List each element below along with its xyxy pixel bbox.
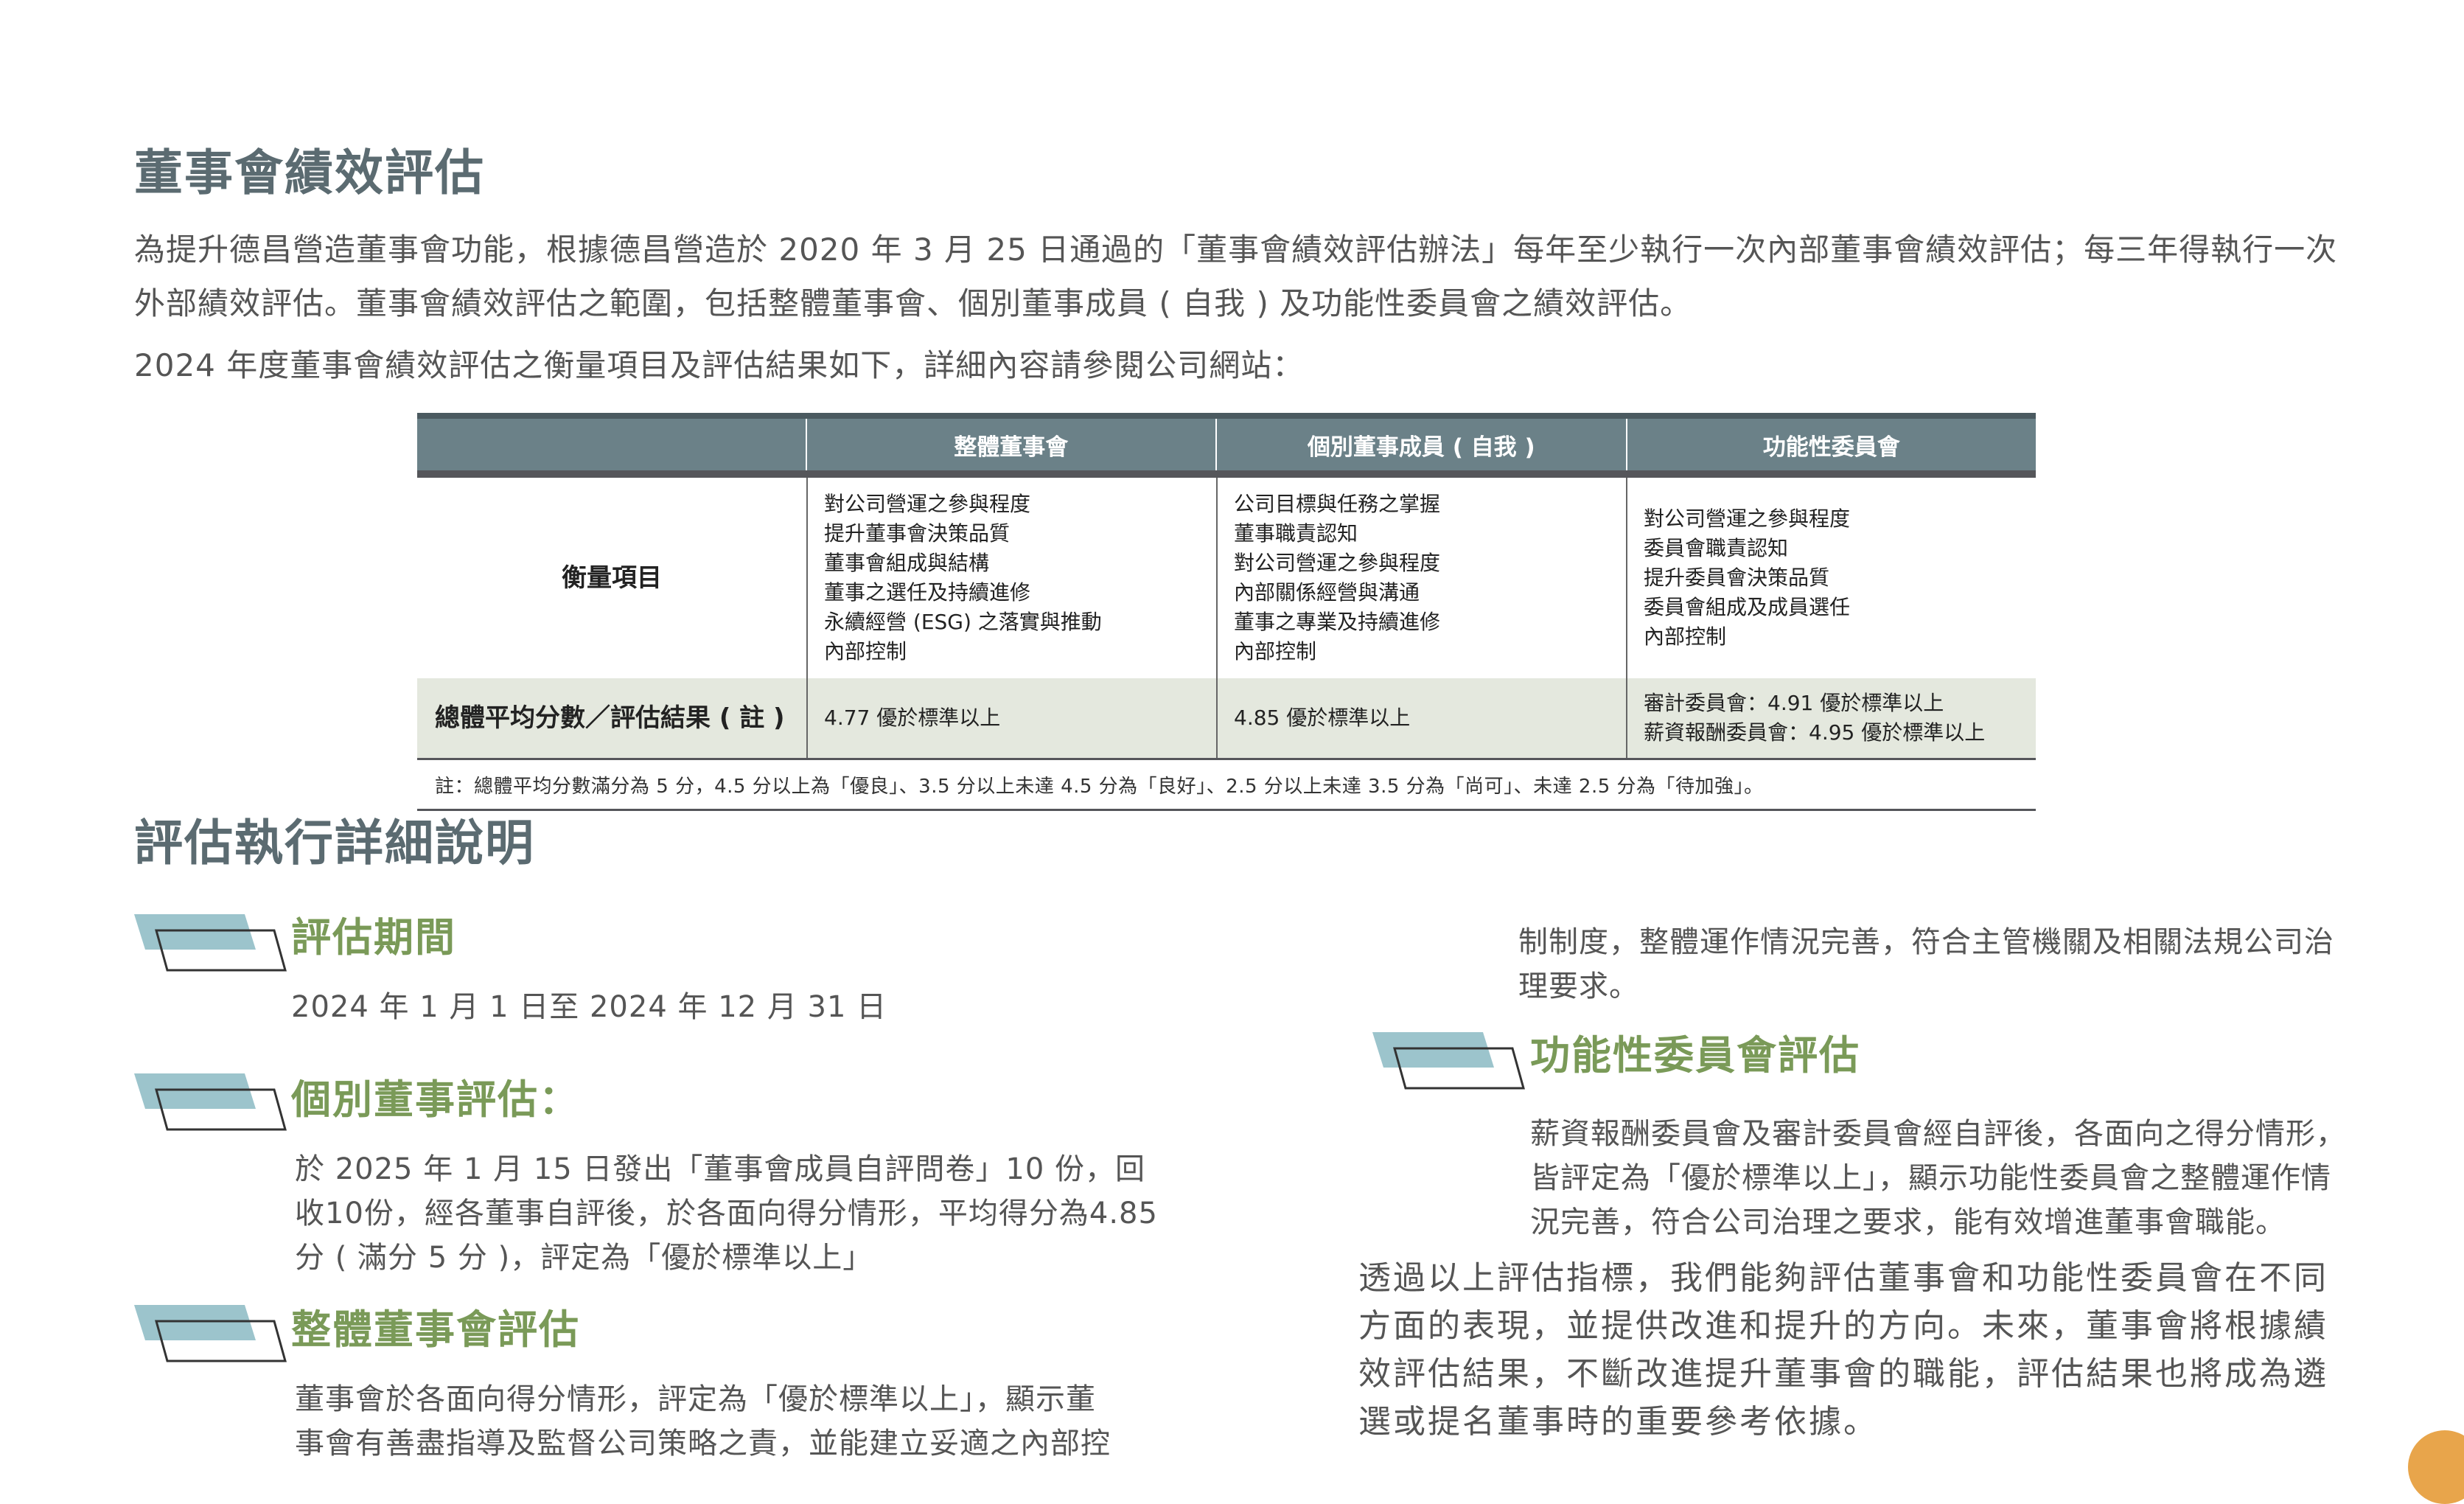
remuneration-committee-score: 薪資報酬委員會：4.95 優於標準以上 (1644, 720, 1986, 745)
individual-measures-cell: 公司目標與任務之掌握 董事職責認知 對公司營運之參與程度 內部關係經營與溝通 董… (1216, 478, 1626, 678)
committee-text: 薪資報酬委員會及審計委員會經自評後，各面向之得分情形， 皆評定為「優於標準以上」… (1530, 1117, 2346, 1239)
page-number-dot (2408, 1430, 2464, 1504)
list-item: 永續經營 (ESG) 之落實與推動 (824, 610, 1102, 634)
period-text: 2024 年 1 月 1 日至 2024 年 12 月 31 日 (291, 990, 887, 1024)
list-item: 對公司營運之參與程度 (1234, 551, 1441, 575)
parallelogram-badge-icon (134, 914, 287, 972)
table-row: 總體平均分數／評估結果 ( 註 ) 4.77 優於標準以上 4.85 優於標準以… (417, 678, 2036, 760)
list-item: 董事之選任及持續進修 (824, 580, 1031, 605)
table-header-row: 整體董事會 個別董事成員 ( 自我 ) 功能性委員會 (417, 419, 2036, 470)
list-item: 董事之專業及持續進修 (1234, 610, 1441, 634)
list-item: 內部控制 (1234, 639, 1317, 664)
subsection-title-committee: 功能性委員會評估 (1530, 1032, 1860, 1079)
table-header-rule (417, 470, 2036, 478)
individual-score-cell: 4.85 優於標準以上 (1216, 678, 1626, 758)
audit-committee-score: 審計委員會：4.91 優於標準以上 (1644, 691, 1944, 715)
row-label-measures: 衡量項目 (562, 563, 662, 593)
page-title: 董事會績效評估 (134, 145, 485, 201)
list-item: 委員會組成及成員選任 (1644, 595, 1851, 619)
committee-score-cell: 審計委員會：4.91 優於標準以上 薪資報酬委員會：4.95 優於標準以上 (1626, 678, 2036, 758)
board-text: 董事會於各面向得分情形，評定為「優於標準以上」，顯示董 事會有善盡指導及監督公司… (295, 1382, 1111, 1461)
board-score-cell: 4.77 優於標準以上 (806, 678, 1216, 758)
table-header-empty (417, 419, 806, 470)
board-measures-cell: 對公司營運之參與程度 提升董事會決策品質 董事會組成與結構 董事之選任及持續進修… (806, 478, 1216, 678)
parallelogram-badge-icon (134, 1073, 287, 1131)
individual-text: 於 2025 年 1 月 15 日發出「董事會成員自評問卷」10 份，回 收10… (295, 1152, 1158, 1275)
list-item: 董事會組成與結構 (824, 551, 990, 575)
table-top-rule (417, 413, 2036, 419)
intro-paragraph-2: 2024 年度董事會績效評估之衡量項目及評估結果如下，詳細內容請參閱公司網站： (134, 347, 1305, 383)
list-item: 內部控制 (1644, 624, 1727, 649)
table-header-board: 整體董事會 (805, 419, 1215, 470)
list-item: 內部控制 (824, 639, 907, 664)
evaluation-table: 整體董事會 個別董事成員 ( 自我 ) 功能性委員會 衡量項目 對公司營運之參與… (417, 413, 2036, 811)
subsection-title-board: 整體董事會評估 (291, 1306, 580, 1353)
parallelogram-badge-icon (1372, 1032, 1525, 1090)
parallelogram-badge-icon (134, 1305, 287, 1362)
list-item: 對公司營運之參與程度 (824, 492, 1031, 516)
committee-measures-cell: 對公司營運之參與程度 委員會職責認知 提升委員會決策品質 委員會組成及成員選任 … (1626, 478, 2036, 678)
list-item: 提升委員會決策品質 (1644, 565, 1830, 590)
subsection-title-period: 評估期間 (291, 914, 456, 961)
closing-paragraph: 透過以上評估指標，我們能夠評估董事會和功能性委員會在不同 方面的表現，並提供改進… (1358, 1259, 2328, 1441)
list-item: 內部關係經營與溝通 (1234, 580, 1420, 605)
table-row: 衡量項目 對公司營運之參與程度 提升董事會決策品質 董事會組成與結構 董事之選任… (417, 478, 2036, 678)
table-header-committee: 功能性委員會 (1625, 419, 2036, 470)
intro-paragraph: 為提升德昌營造董事會功能，根據德昌營造於 2020 年 3 月 25 日通過的「… (134, 231, 2338, 321)
subsection-title-individual: 個別董事評估： (291, 1076, 580, 1123)
table-header-individual: 個別董事成員 ( 自我 ) (1215, 419, 1625, 470)
list-item: 委員會職責認知 (1644, 536, 1789, 560)
row-label-score: 總體平均分數／評估結果 ( 註 ) (435, 703, 785, 733)
list-item: 公司目標與任務之掌握 (1234, 492, 1441, 516)
board-text-continued: 制制度，整體運作情況完善，符合主管機關及相關法規公司治 理要求。 (1518, 925, 2334, 1003)
list-item: 董事職責認知 (1234, 521, 1358, 546)
list-item: 提升董事會決策品質 (824, 521, 1011, 546)
list-item: 對公司營運之參與程度 (1644, 506, 1851, 531)
section-title: 評估執行詳細說明 (134, 815, 535, 871)
table-footnote: 註：總體平均分數滿分為 5 分，4.5 分以上為「優良」、3.5 分以上未達 4… (417, 760, 2036, 811)
